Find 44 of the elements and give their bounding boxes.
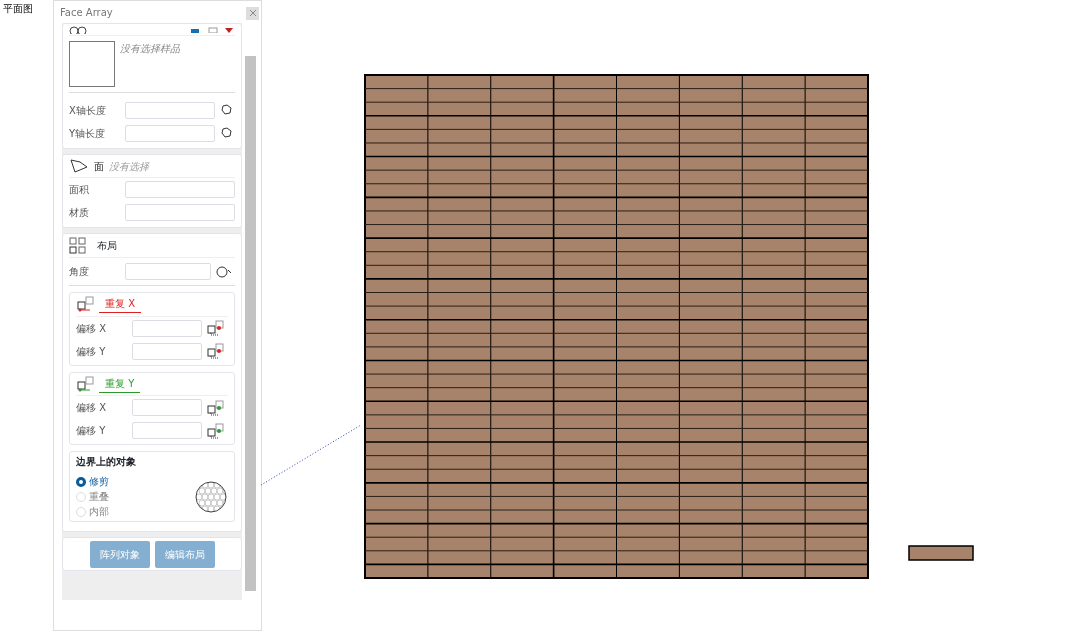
face-icon: [69, 158, 89, 174]
field-label: 偏移 Y: [76, 424, 107, 438]
field-label: 偏移 X: [76, 321, 108, 336]
input-field[interactable]: [132, 342, 202, 360]
rings-icon: [69, 25, 87, 34]
rotate-icon[interactable]: [215, 264, 233, 279]
grid-icon: [69, 236, 87, 255]
close-icon[interactable]: [249, 10, 256, 16]
repeat-tab[interactable]: 重复 Y: [99, 374, 141, 393]
field-label: 偏移 Y: [76, 344, 107, 359]
input-field[interactable]: [125, 125, 215, 142]
input-field[interactable]: [125, 102, 215, 119]
field-label: Y轴长度: [69, 127, 107, 141]
field-label: 角度: [69, 265, 90, 279]
field-label: X轴长度: [69, 104, 107, 118]
radio-label: 重叠: [88, 490, 109, 504]
face-status: 没有选择: [109, 159, 149, 174]
scrollbar[interactable]: [245, 56, 256, 591]
field-label: 材质: [69, 205, 90, 220]
view-label: 平面图: [3, 2, 33, 16]
field-label: 偏移 X: [76, 401, 108, 415]
sample-preview: [69, 41, 115, 87]
radio-label: 内部: [88, 505, 109, 519]
radio-button[interactable]: [76, 476, 86, 487]
input-field[interactable]: [125, 203, 235, 221]
field-label: 面积: [69, 182, 90, 197]
toolbar-icons[interactable]: [191, 26, 235, 33]
tile-drawing: [908, 545, 974, 561]
boundary-title: 边界上的对象: [76, 455, 137, 469]
empty-text: 没有选择样品: [120, 42, 180, 56]
input-field[interactable]: [125, 263, 211, 280]
action-button[interactable]: 编辑布局: [154, 540, 215, 568]
panel-title: Face Array: [59, 6, 114, 20]
input-field[interactable]: [132, 319, 202, 337]
input-field[interactable]: [132, 399, 202, 416]
radio-label: 修剪: [88, 475, 109, 489]
repeat-tab[interactable]: 重复 X: [99, 295, 142, 313]
input-field[interactable]: [125, 180, 235, 198]
hexagon-ball-icon: [194, 479, 228, 514]
close-button[interactable]: [246, 7, 259, 20]
input-field[interactable]: [132, 422, 202, 439]
section-title: 面: [94, 159, 104, 174]
action-button[interactable]: 阵列对象: [89, 540, 150, 568]
section-title: 布局: [97, 239, 117, 253]
